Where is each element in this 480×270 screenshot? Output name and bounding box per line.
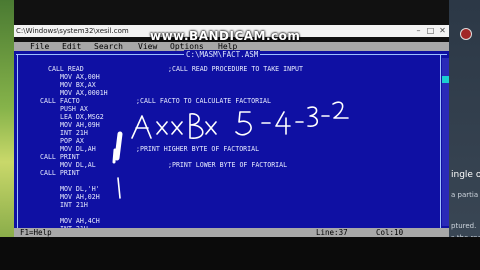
background-text-snippet: ptured. — [451, 222, 477, 230]
code-line: CALL FACTO — [40, 97, 80, 105]
background-text-snippet: ingle o — [451, 170, 480, 180]
code-line: MOV AH,02H — [60, 193, 100, 201]
editor-frame-left — [17, 54, 18, 228]
desktop-background-left — [0, 0, 14, 270]
window-title: C:\Windows\system32\xesil.com — [16, 27, 129, 35]
menu-edit[interactable]: Edit — [62, 42, 81, 51]
code-editor[interactable]: C:\MASM\FACT.ASM CALL READ ;CALL READ PRO… — [14, 50, 449, 233]
col-indicator: Col:10 — [376, 228, 404, 237]
code-line: ;CALL FACTO TO CALCULATE FACTORIAL — [136, 97, 271, 105]
help-hint: F1=Help — [20, 228, 52, 237]
maximize-icon[interactable]: □ — [426, 26, 435, 35]
code-line: ;PRINT LOWER BYTE OF FACTORIAL — [168, 161, 288, 169]
code-line: PUSH AX — [60, 105, 88, 113]
code-line: MOV AH,09H — [60, 121, 100, 129]
line-indicator: Line:37 — [316, 228, 348, 237]
vertical-scrollbar[interactable] — [442, 58, 449, 226]
code-line: CALL READ — [48, 65, 84, 73]
editor-frame-right — [440, 54, 441, 228]
code-line: POP AX — [60, 137, 84, 145]
code-line: MOV AX,00H — [60, 73, 100, 81]
menu-search[interactable]: Search — [94, 42, 123, 51]
status-bar: F1=Help Line:37 Col:10 — [14, 228, 449, 237]
code-line: MOV DL,'H' — [60, 185, 100, 193]
record-icon[interactable] — [460, 28, 472, 40]
code-line: ;PRINT HIGHER BYTE OF FACTORIAL — [136, 145, 260, 153]
code-line: ;CALL READ PROCEDURE TO TAKE INPUT — [168, 65, 303, 73]
background-browser-window: ingle oa partiaptured.s the rec — [449, 0, 480, 270]
black-border — [0, 237, 480, 270]
code-line: MOV DL,AH — [60, 145, 96, 153]
code-line: INT 21H — [60, 129, 88, 137]
code-line: MOV AX,0001H — [60, 89, 108, 97]
code-line: CALL PRINT — [40, 153, 80, 161]
code-line: CALL PRINT — [40, 169, 80, 177]
file-name: C:\MASM\FACT.ASM — [184, 50, 261, 59]
recorder-watermark: www.BANDICAM.com — [150, 29, 301, 43]
code-line: MOV AH,4CH — [60, 217, 100, 225]
menu-view[interactable]: View — [138, 42, 157, 51]
code-line: MOV BX,AX — [60, 81, 96, 89]
scrollbar-thumb[interactable] — [442, 76, 449, 83]
close-icon[interactable]: ✕ — [438, 26, 447, 35]
code-line: LEA DX,MSG2 — [60, 113, 104, 121]
code-line: MOV DL,AL — [60, 161, 96, 169]
background-text-snippet: a partia — [451, 191, 479, 199]
minimize-icon[interactable]: – — [414, 26, 423, 35]
code-line: INT 21H — [60, 201, 88, 209]
menu-file[interactable]: File — [30, 42, 49, 51]
